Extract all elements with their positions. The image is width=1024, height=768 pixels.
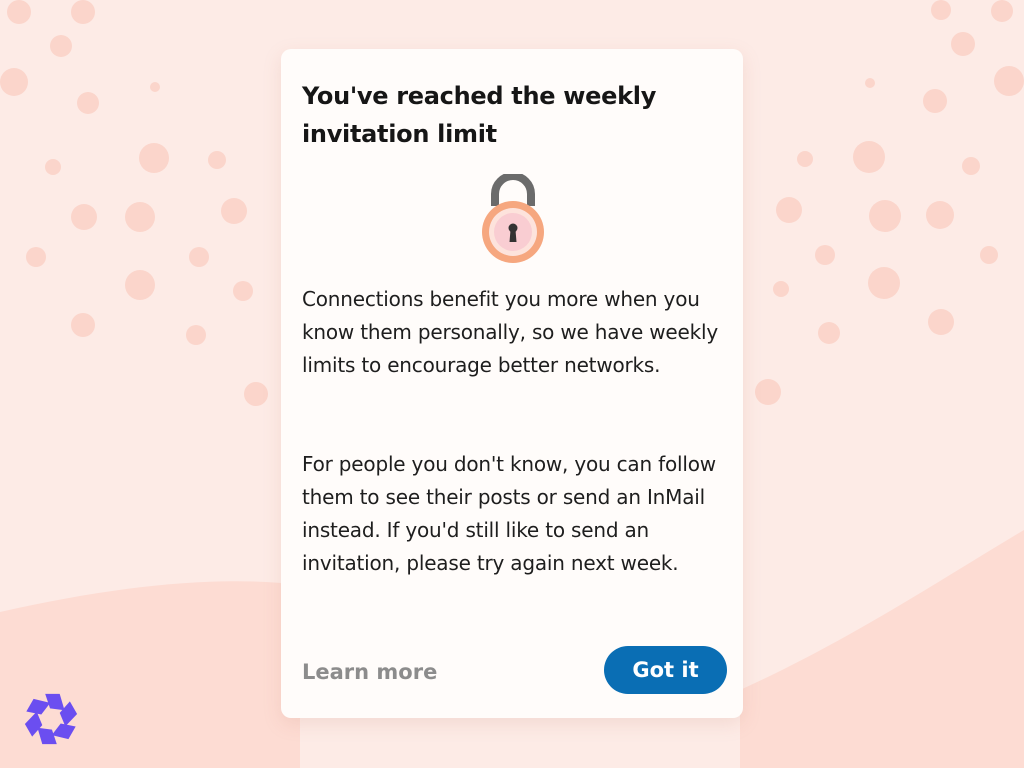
got-it-button[interactable]: Got it xyxy=(604,646,727,694)
aperture-logo-icon xyxy=(24,693,78,745)
dialog-message-1: Connections benefit you more when you kn… xyxy=(302,287,718,377)
padlock-icon xyxy=(482,174,544,263)
dialog-title: You've reached the weekly invitation lim… xyxy=(302,82,657,148)
invitation-limit-dialog: You've reached the weekly invitation lim… xyxy=(281,49,743,718)
learn-more-link[interactable]: Learn more xyxy=(302,660,437,684)
dialog-message-2: For people you don't know, you can follo… xyxy=(302,452,716,575)
